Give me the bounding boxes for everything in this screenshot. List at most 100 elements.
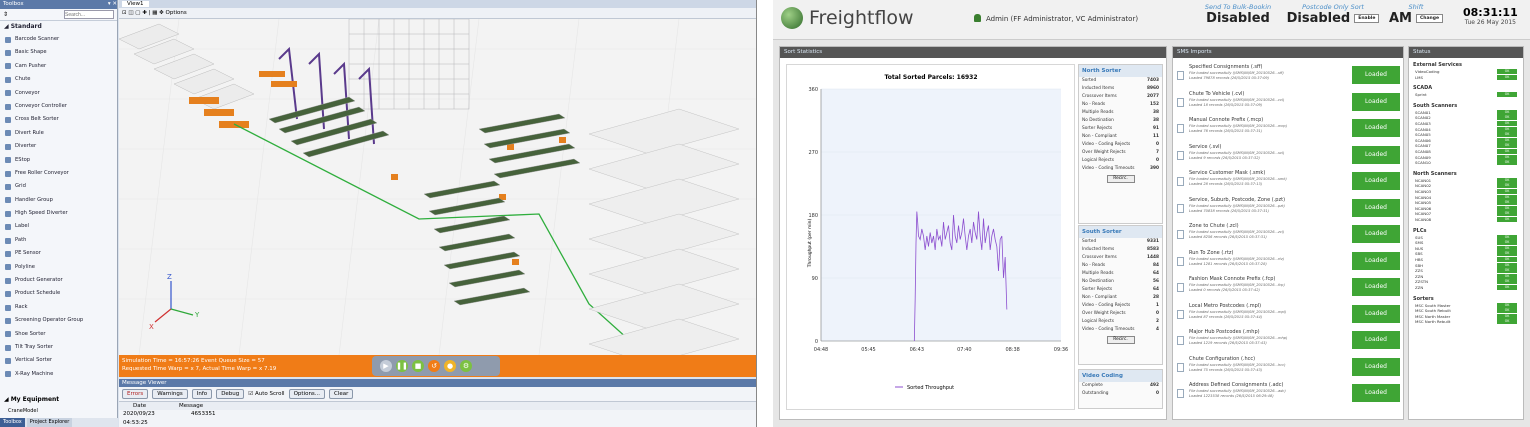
loaded-status-button[interactable]: Loaded bbox=[1352, 357, 1400, 376]
stat-label: Video - Coding Timeouts bbox=[1082, 166, 1135, 171]
toolbox-item[interactable]: Barcode Scanner bbox=[0, 33, 117, 46]
toolbox-item[interactable]: Shoe Sorter bbox=[0, 328, 117, 341]
toolbox-item[interactable]: Path bbox=[0, 234, 117, 247]
stat-label: No Destination bbox=[1082, 118, 1114, 123]
toolbox-item[interactable]: Polyline bbox=[0, 261, 117, 274]
warnings-button[interactable]: Warnings bbox=[152, 389, 188, 399]
stat-label: Over Weight Rejects bbox=[1082, 311, 1126, 316]
stop-icon[interactable]: ■ bbox=[412, 360, 424, 372]
import-detail: File loaded successfully (\SMS\IN\SM_201… bbox=[1189, 177, 1287, 181]
enable-button[interactable]: Enable bbox=[1354, 14, 1380, 23]
toolbox-item[interactable]: EStop bbox=[0, 154, 117, 167]
pin-icon[interactable]: ▾ ✕ bbox=[108, 0, 117, 9]
user-icon bbox=[974, 14, 981, 22]
y-tick-label: 360 bbox=[808, 87, 818, 93]
user-info[interactable]: Admin (FF Administrator, VC Administrato… bbox=[974, 14, 1138, 23]
view-options[interactable]: Options bbox=[166, 10, 187, 16]
loaded-status-button[interactable]: Loaded bbox=[1352, 92, 1400, 111]
toolbox-section-my-equipment[interactable]: ◢ My Equipment bbox=[0, 396, 118, 403]
toolbox-item[interactable]: Tilt Tray Sorter bbox=[0, 341, 117, 354]
options-button[interactable]: Options... bbox=[288, 389, 326, 399]
tab-project-explorer[interactable]: Project Explorer bbox=[26, 418, 73, 427]
x-tick-label: 05:45 bbox=[861, 347, 875, 353]
toolbox-item[interactable]: Basic Shape bbox=[0, 46, 117, 59]
toolbox-item[interactable]: Vertical Sorter bbox=[0, 354, 117, 367]
autoscroll-checkbox[interactable]: ☑ Auto Scroll bbox=[248, 391, 284, 397]
reset-icon[interactable]: ↺ bbox=[428, 360, 440, 372]
toolbox-item[interactable]: Conveyor bbox=[0, 87, 117, 100]
3d-scene[interactable]: Z X Y bbox=[119, 19, 757, 355]
toolbox-section-standard[interactable]: ◢ Standard bbox=[0, 21, 117, 33]
toolbox-item-label: Product Generator bbox=[15, 277, 63, 284]
status-group-heading: Sorters bbox=[1413, 295, 1434, 302]
sort-icon[interactable]: ⇕ bbox=[3, 11, 8, 18]
toolbox-item[interactable]: Divert Rule bbox=[0, 127, 117, 140]
loaded-status-button[interactable]: Loaded bbox=[1352, 198, 1400, 217]
col-date[interactable]: Date bbox=[119, 402, 179, 410]
north-sorter-card: North Sorter Sorted 7403 Inducted Items 896… bbox=[1078, 64, 1163, 224]
toolbox-item[interactable]: Grid bbox=[0, 180, 117, 193]
loaded-status-button[interactable]: Loaded bbox=[1352, 225, 1400, 243]
conveyor-path bbox=[233, 123, 640, 350]
loaded-status-button[interactable]: Loaded bbox=[1352, 331, 1400, 349]
toolbox-item-cranemodel[interactable]: CraneModel bbox=[0, 408, 118, 414]
errors-button[interactable]: Errors bbox=[122, 389, 149, 399]
status-ok-badge: OK bbox=[1497, 211, 1517, 217]
document-icon bbox=[1177, 150, 1184, 160]
status-row: NCAN04 OK bbox=[1415, 194, 1521, 200]
toolbox-item[interactable]: High Speed Diverter bbox=[0, 207, 117, 220]
toolbox-item[interactable]: Label bbox=[0, 220, 117, 233]
tool-icon bbox=[5, 291, 11, 298]
toolbox-item[interactable]: Product Generator bbox=[0, 274, 117, 287]
sms-import-item: Service Customer Mask (.smk) File loaded … bbox=[1177, 169, 1362, 196]
settings-icon[interactable]: ⚙ bbox=[460, 360, 472, 372]
play-icon[interactable]: ▶ bbox=[380, 360, 392, 372]
stat-label: No - Reads bbox=[1082, 102, 1106, 107]
loaded-status-button[interactable]: Loaded bbox=[1352, 172, 1400, 190]
status-name: ZZSTN bbox=[1415, 279, 1429, 285]
debug-button[interactable]: Debug bbox=[216, 389, 245, 399]
south-recirc-button[interactable]: Recirc. bbox=[1106, 336, 1135, 344]
toolbox-item[interactable]: Free Roller Conveyor bbox=[0, 167, 117, 180]
clear-button[interactable]: Clear bbox=[329, 389, 354, 399]
document-icon bbox=[1177, 336, 1184, 345]
x-tick-label: 04:48 bbox=[814, 347, 828, 353]
import-name: Service, Suburb, Postcode, Zone (.pzt) bbox=[1189, 196, 1286, 203]
toolbox-item[interactable]: PE Sensor bbox=[0, 247, 117, 260]
toolbox-item[interactable]: Cross Belt Sorter bbox=[0, 113, 117, 126]
col-message[interactable]: Message bbox=[179, 402, 203, 410]
toolbox-search-input[interactable] bbox=[64, 10, 114, 19]
toolbox-item[interactable]: Conveyor Controller bbox=[0, 100, 117, 113]
loaded-status-button[interactable]: Loaded bbox=[1352, 304, 1400, 323]
loaded-status-button[interactable]: Loaded bbox=[1352, 145, 1400, 164]
status-row: VideoCoding OK bbox=[1415, 69, 1521, 74]
tab-view1[interactable]: View1 bbox=[122, 1, 149, 7]
toolbox-item[interactable]: Chute bbox=[0, 73, 117, 86]
table-row[interactable]: 2020/09/23 04:53:25 4653351 bbox=[119, 410, 756, 426]
info-button[interactable]: Info bbox=[191, 389, 213, 399]
loaded-status-button[interactable]: Loaded bbox=[1352, 251, 1400, 270]
toolbox-item[interactable]: Screening Operator Group bbox=[0, 314, 117, 327]
y-tick-label: 180 bbox=[808, 213, 818, 219]
stat-row: Video - Coding Rejects 1 bbox=[1079, 302, 1162, 310]
loaded-status-button[interactable]: Loaded bbox=[1352, 119, 1400, 137]
toolbox-item[interactable]: Product Schedule bbox=[0, 287, 117, 300]
toolbox-item[interactable]: Diverter bbox=[0, 140, 117, 153]
toolbox-item[interactable]: Rack bbox=[0, 301, 117, 314]
toolbar-icons[interactable]: ⊡ ◫ ▢ ✚ | ▦ ✥ bbox=[122, 10, 166, 16]
change-shift-button[interactable]: Change bbox=[1415, 14, 1444, 23]
record-icon[interactable]: ● bbox=[444, 360, 456, 372]
loaded-status-button[interactable]: Loaded bbox=[1352, 384, 1400, 402]
toolbox-item[interactable]: Cam Pusher bbox=[0, 60, 117, 73]
status-ok-badge: OK bbox=[1497, 177, 1517, 183]
pause-icon[interactable]: ❚❚ bbox=[396, 360, 408, 372]
toolbox-item[interactable]: X-Ray Machine bbox=[0, 368, 117, 381]
tab-toolbox[interactable]: Toolbox bbox=[0, 418, 25, 427]
toolbox-title: Toolbox bbox=[3, 1, 24, 7]
status-name: NCAN01 bbox=[1415, 177, 1432, 183]
loaded-status-button[interactable]: Loaded bbox=[1352, 66, 1400, 84]
loaded-status-button[interactable]: Loaded bbox=[1352, 278, 1400, 296]
north-recirc-button[interactable]: Recirc. bbox=[1106, 175, 1135, 183]
document-icon bbox=[1177, 256, 1184, 266]
toolbox-item[interactable]: Handler Group bbox=[0, 194, 117, 207]
